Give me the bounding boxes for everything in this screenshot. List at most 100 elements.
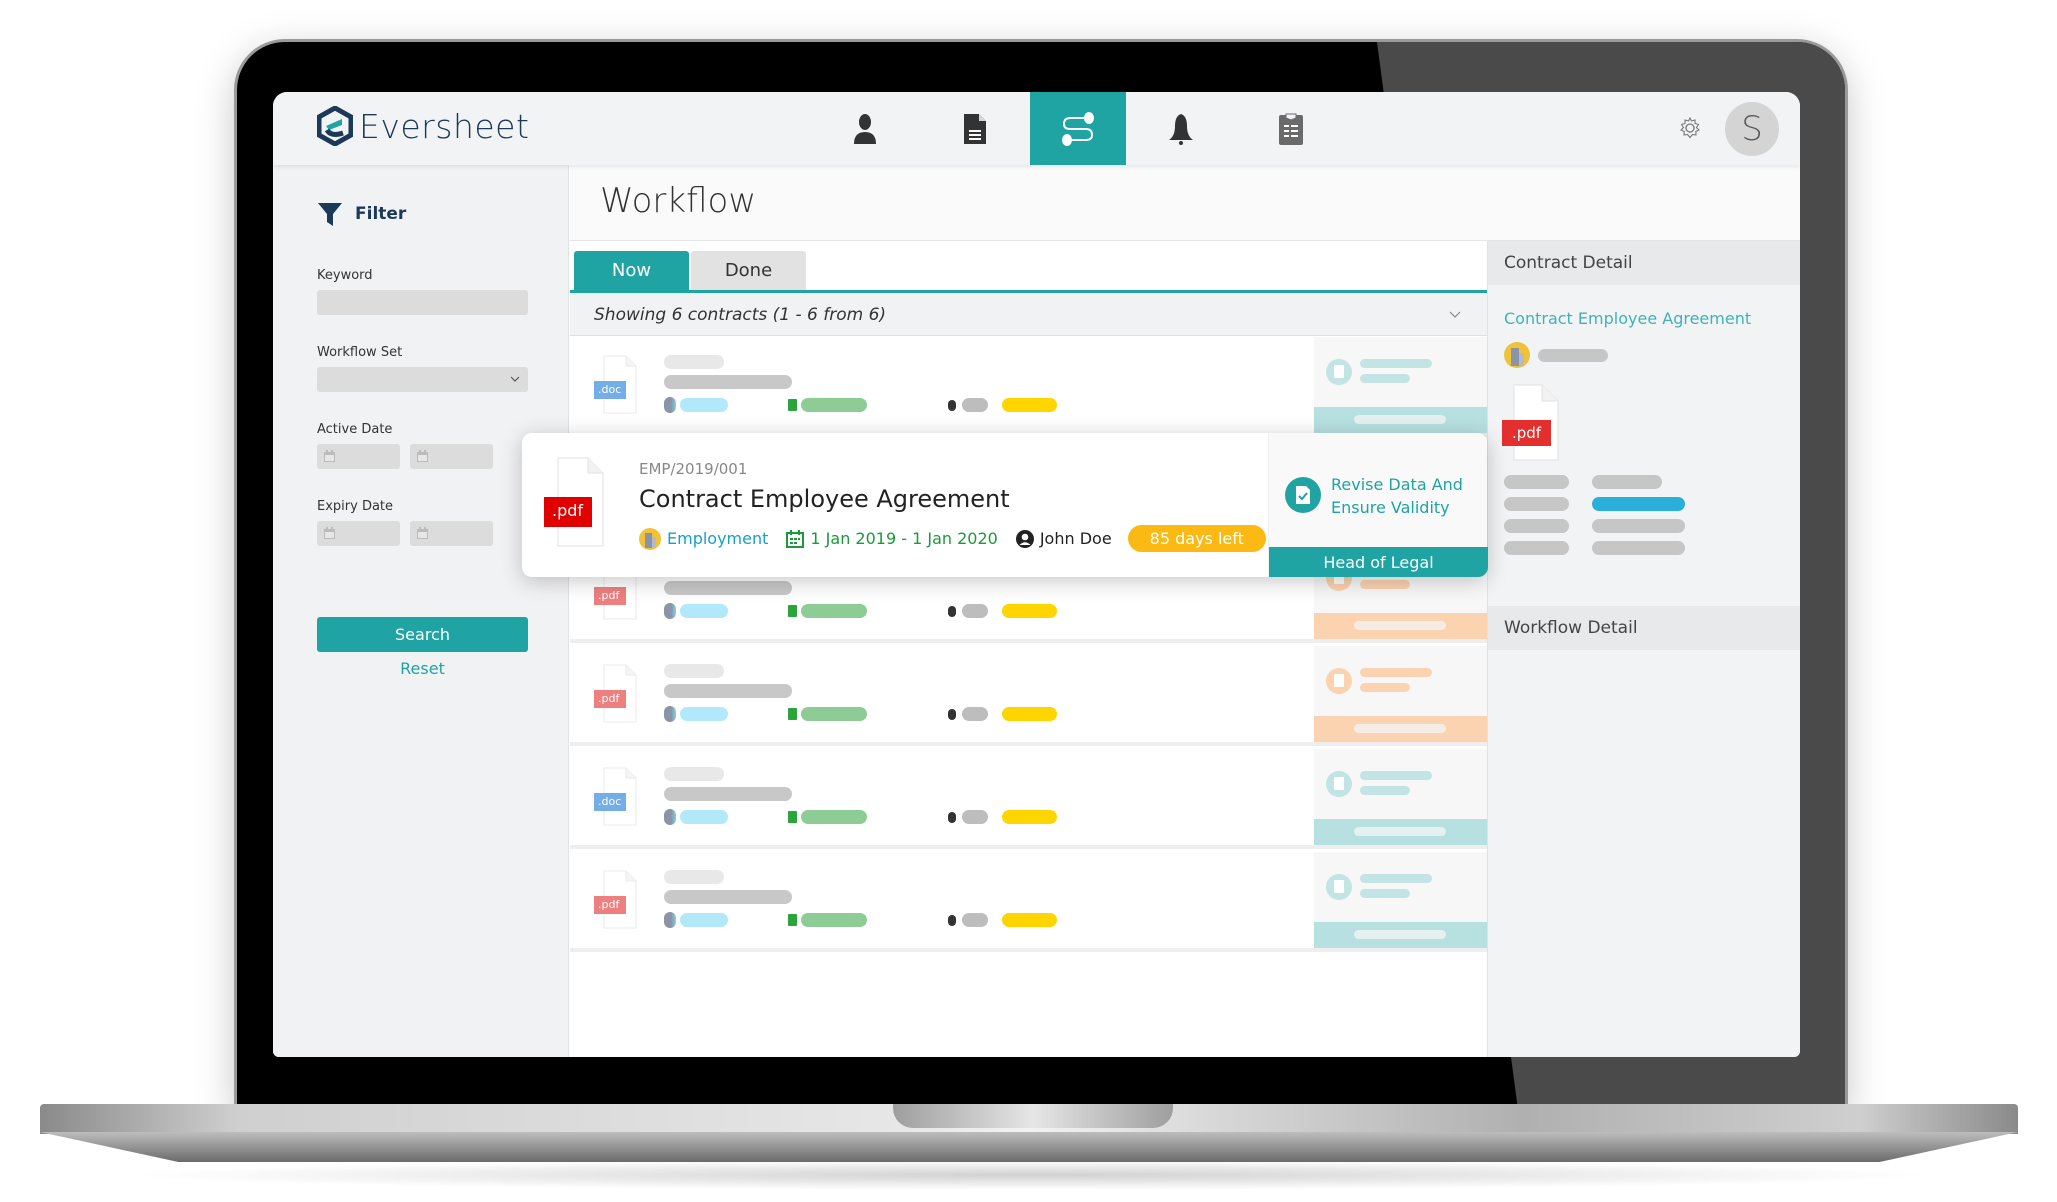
workflow-main: Workflow Now Done Showing 6 contracts (1…: [570, 165, 1800, 1057]
calendar-icon: [788, 708, 797, 720]
user-icon: [948, 709, 956, 720]
placeholder-bar: [1360, 771, 1432, 780]
placeholder-bar: [680, 707, 728, 721]
task-name: Revise Data And Ensure Validity: [1331, 475, 1463, 517]
detail-panel: Contract Detail Contract Employee Agreem…: [1487, 241, 1800, 1057]
page-title: Workflow: [600, 181, 757, 221]
workflow-step-panel[interactable]: Revise Data And Ensure Validity Head of …: [1268, 433, 1488, 577]
chevron-down-icon: [510, 376, 520, 382]
placeholder-bar: [1360, 580, 1410, 589]
placeholder-bar: [680, 604, 728, 618]
role-bar: [1314, 716, 1487, 742]
user-avatar[interactable]: S: [1725, 102, 1779, 156]
file-type-label: .pdf: [552, 501, 584, 520]
file-type-label: .pdf: [598, 898, 620, 911]
expiry-date-to[interactable]: [410, 521, 493, 546]
file-icon: .pdf: [594, 870, 638, 930]
calendar-icon: [324, 450, 335, 462]
contract-row[interactable]: .doc: [570, 749, 1487, 849]
placeholder-bar: [664, 870, 724, 884]
placeholder-bar: [664, 684, 792, 698]
contract-detail-header: Contract Detail: [1488, 241, 1800, 285]
placeholder-bar: [1354, 415, 1446, 424]
filter-sidebar: Filter Keyword Workflow Set Active Date …: [273, 165, 569, 1057]
placeholder-bar: [1504, 475, 1569, 489]
contract-row[interactable]: .pdf: [570, 852, 1487, 952]
workflow-detail-header: Workflow Detail: [1488, 606, 1800, 650]
contract-row[interactable]: .doc: [570, 337, 1487, 437]
pdf-file-icon: .pdf: [544, 457, 604, 547]
nav-documents[interactable]: [920, 92, 1030, 165]
building-icon: [664, 397, 676, 413]
app-screen: Eversheet S Filter Keyword Workflow Set …: [273, 92, 1800, 1057]
tab-now[interactable]: Now: [574, 251, 689, 290]
placeholder-bar: [962, 913, 988, 927]
task-icon: [1326, 771, 1352, 797]
logo[interactable]: Eversheet: [317, 106, 529, 146]
placeholder-bar: [1538, 349, 1608, 362]
contract-owner: John Doe: [1039, 529, 1112, 548]
reset-link[interactable]: Reset: [317, 659, 528, 678]
tab-done[interactable]: Done: [691, 251, 806, 290]
contract-category: Employment: [667, 529, 769, 548]
chevron-down-icon[interactable]: [1449, 311, 1461, 319]
user-icon: [948, 812, 956, 823]
placeholder-bar: [962, 810, 988, 824]
keyword-input[interactable]: [317, 290, 528, 315]
app-name: Eversheet: [359, 106, 530, 146]
placeholder-bar: [1360, 786, 1410, 795]
placeholder-bar-highlight: [1592, 497, 1685, 511]
role-bar: [1314, 613, 1487, 639]
placeholder-bar: [1354, 724, 1446, 733]
placeholder-bar: [1504, 519, 1569, 533]
nav-user[interactable]: [810, 92, 920, 165]
contract-title[interactable]: Contract Employee Agreement: [639, 485, 1010, 513]
featured-contract-card[interactable]: .pdf EMP/2019/001 Contract Employee Agre…: [522, 433, 1488, 577]
contract-meta: Employment 1 Jan 2019 - 1 Jan 2020 John …: [639, 525, 1266, 552]
placeholder-bar: [664, 890, 792, 904]
placeholder-bar: [664, 375, 792, 389]
search-button[interactable]: Search: [317, 617, 528, 652]
workflow-icon: [1062, 111, 1094, 146]
results-count: Showing 6 contracts (1 - 6 from 6): [594, 305, 887, 325]
contract-row[interactable]: .pdf: [570, 646, 1487, 746]
role-bar: [1314, 922, 1487, 948]
task-check-icon: [1285, 477, 1321, 513]
placeholder-bar: [1592, 519, 1685, 533]
role-bar: [1314, 819, 1487, 845]
user-icon: [854, 113, 876, 144]
placeholder-bar: [1354, 930, 1446, 939]
placeholder-bar: [664, 581, 792, 595]
active-date-from[interactable]: [317, 444, 400, 469]
filter-title: Filter: [355, 204, 407, 224]
placeholder-bar: [680, 398, 728, 412]
placeholder-bar: [1002, 604, 1057, 618]
clipboard-icon: [1279, 113, 1303, 145]
building-icon: [639, 527, 661, 550]
building-icon: [664, 809, 676, 825]
building-icon: [664, 603, 676, 619]
calendar-icon: [417, 527, 428, 539]
user-icon: [948, 915, 956, 926]
nav-notifications[interactable]: [1126, 92, 1236, 165]
nav-tasks[interactable]: [1236, 92, 1346, 165]
workflow-set-label: Workflow Set: [317, 345, 403, 360]
nav-workflow[interactable]: [1030, 92, 1126, 165]
workflow-set-select[interactable]: [317, 367, 528, 392]
placeholder-bar: [1360, 889, 1410, 898]
file-type-label: .doc: [598, 383, 622, 396]
calendar-icon: [788, 605, 797, 617]
laptop-shadow: [120, 1160, 1940, 1190]
placeholder-bar: [664, 664, 724, 678]
document-icon: [964, 113, 986, 144]
file-type-label: .pdf: [598, 589, 620, 602]
active-date-to[interactable]: [410, 444, 493, 469]
detail-contract-title[interactable]: Contract Employee Agreement: [1504, 309, 1751, 328]
building-icon: [664, 706, 676, 722]
expiry-date-from[interactable]: [317, 521, 400, 546]
placeholder-bar: [962, 398, 988, 412]
placeholder-bar: [1360, 359, 1432, 368]
placeholder-bar: [962, 604, 988, 618]
gear-icon[interactable]: [1678, 116, 1702, 140]
placeholder-bar: [1002, 707, 1057, 721]
